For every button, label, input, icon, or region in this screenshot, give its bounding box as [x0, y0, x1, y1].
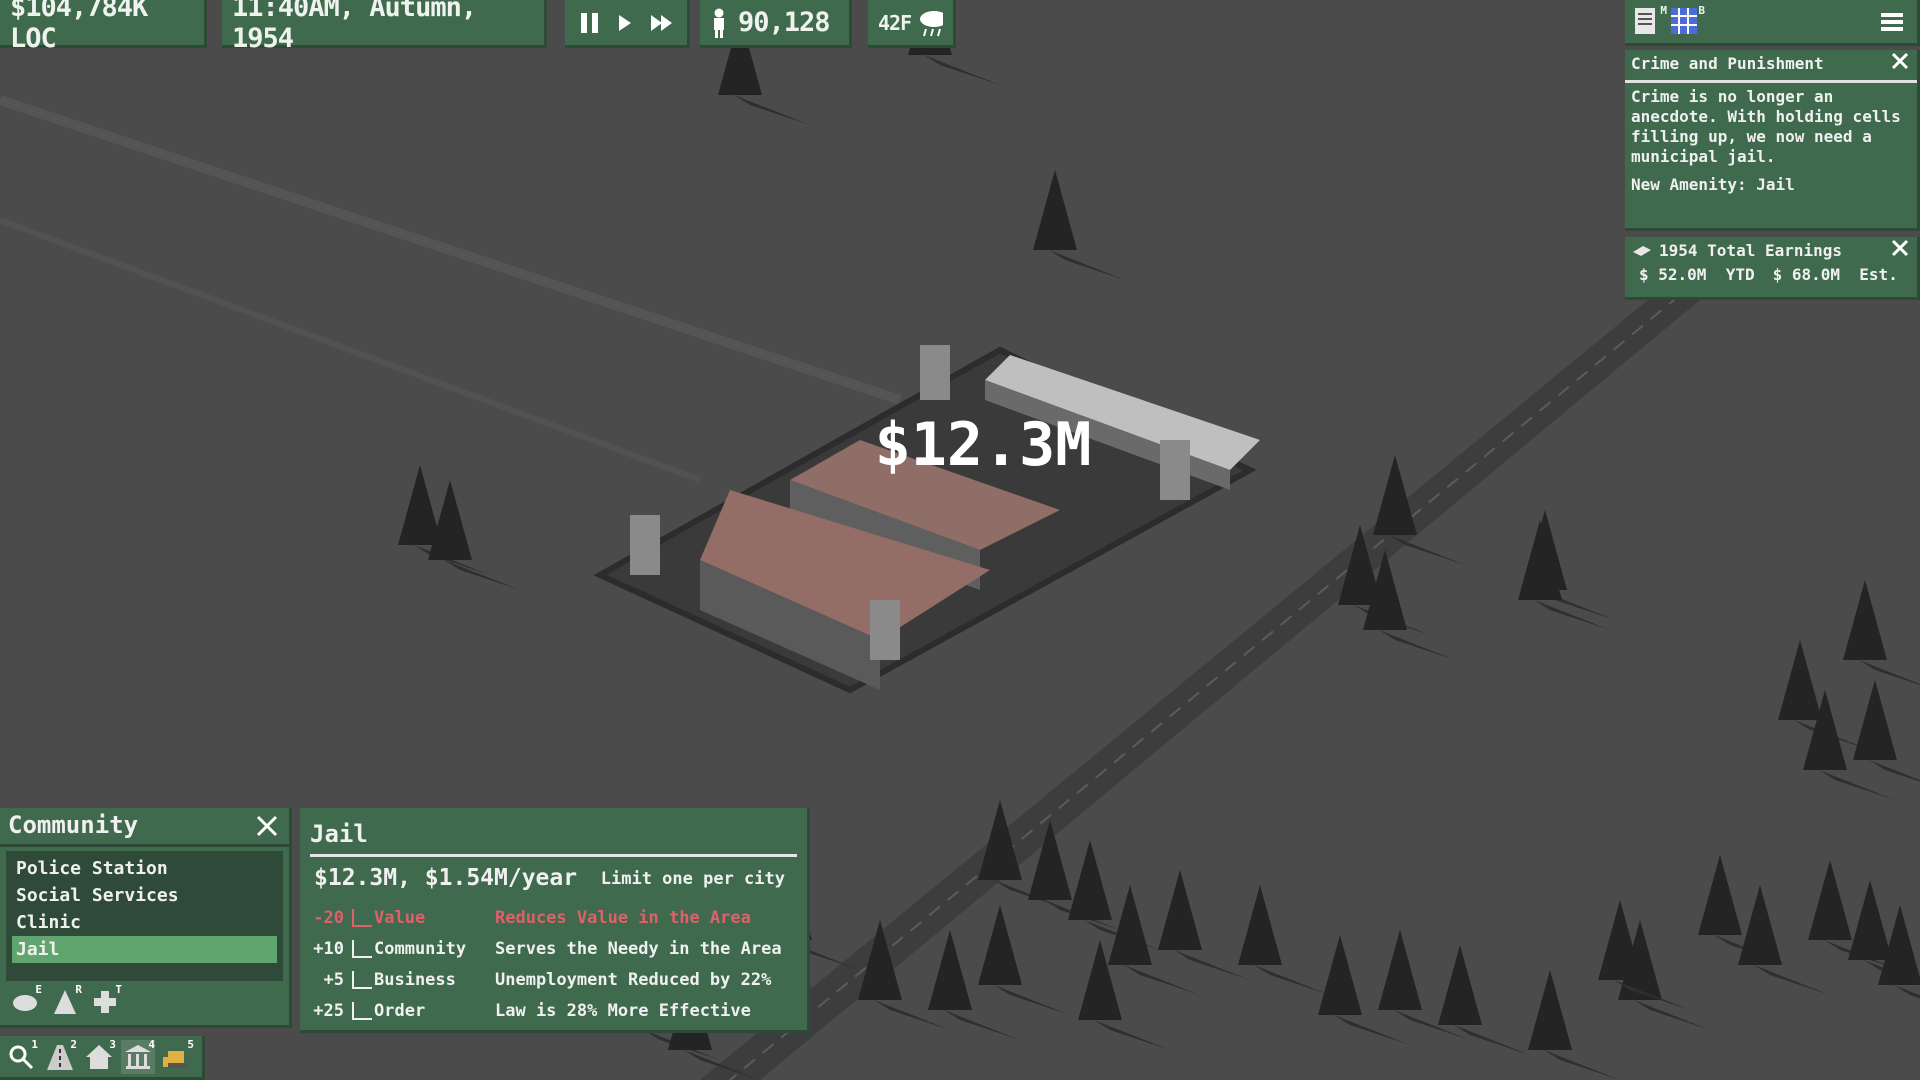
- money-bill-icon: [1633, 246, 1651, 256]
- fast-forward-icon: [651, 14, 672, 31]
- effect-stat: Value: [374, 908, 426, 928]
- grid-toggle-button[interactable]: B: [1669, 4, 1705, 38]
- population-display[interactable]: 90,128: [700, 0, 852, 48]
- bulldoze-hotkey: 5: [187, 1037, 194, 1051]
- tree-tool-icon: [54, 990, 76, 1014]
- road-hotkey: 2: [70, 1037, 77, 1051]
- pause-button[interactable]: [579, 10, 601, 36]
- money-value: $104,784K LOC: [10, 0, 148, 54]
- community-list: Police Station Social Services Clinic Jail: [6, 851, 283, 981]
- value-icon: [352, 909, 372, 927]
- community-tools: E R T: [0, 983, 289, 1019]
- grid-hotkey: B: [1698, 4, 1705, 17]
- person-icon: [714, 8, 724, 38]
- road-tool-button[interactable]: 2: [43, 1037, 77, 1074]
- earnings-title: 1954 Total Earnings: [1659, 241, 1843, 260]
- rain-cloud-icon: [920, 10, 943, 36]
- tool-t-button[interactable]: T: [88, 983, 122, 1019]
- pause-icon: [581, 12, 598, 33]
- crime-notification[interactable]: Crime and Punishment Crime is no longer …: [1625, 50, 1920, 231]
- play-icon: [619, 14, 631, 31]
- notifications-toolbar: M B: [1625, 0, 1920, 46]
- community-menu: Community Police Station Social Services C…: [0, 808, 292, 1028]
- cloud-tool-icon: [13, 995, 37, 1011]
- magnifier-icon: [9, 1045, 34, 1069]
- jail-info-panel: Jail $12.3M, $1.54M/year Limit one per c…: [300, 808, 810, 1033]
- inspect-tool-button[interactable]: 1: [4, 1037, 38, 1074]
- tool-e-hotkey: E: [35, 983, 42, 996]
- effect-value: +5: [323, 970, 344, 990]
- community-item-jail[interactable]: Jail: [12, 936, 277, 963]
- earnings-notification[interactable]: 1954 Total Earnings $ 52.0M YTD $ 68.0M …: [1625, 237, 1920, 300]
- effect-value: -20: [313, 908, 344, 928]
- effect-value: +25: [313, 1001, 344, 1021]
- tool-r-hotkey: R: [75, 983, 82, 996]
- zoning-hotkey: 3: [109, 1037, 116, 1051]
- tool-e-button[interactable]: E: [8, 983, 42, 1019]
- jail-effect-row: +10 Community Serves the Needy in the Area: [308, 934, 798, 964]
- zoning-tool-button[interactable]: 3: [82, 1037, 116, 1074]
- datetime-value: 11:40AM, Autumn, 1954: [232, 0, 477, 54]
- earnings-est: $ 68.0M Est.: [1772, 265, 1898, 284]
- civic-tool-button[interactable]: 4: [121, 1037, 155, 1074]
- close-icon: [256, 815, 278, 837]
- jail-effect-row: +5 Business Unemployment Reduced by 22%: [308, 965, 798, 995]
- guard-tower: [630, 515, 660, 575]
- guard-tower: [1160, 440, 1190, 500]
- bulldoze-tool-button[interactable]: 5: [160, 1037, 194, 1074]
- community-icon: [352, 940, 372, 958]
- temperature-value: 42F: [878, 10, 912, 35]
- community-item-social-services[interactable]: Social Services: [12, 882, 277, 909]
- newspaper-icon: [1635, 8, 1655, 34]
- inspect-hotkey: 1: [31, 1037, 38, 1051]
- hamburger-menu-icon: [1881, 13, 1903, 31]
- jail-limit: Limit one per city: [600, 869, 785, 889]
- effect-stat: Business: [374, 970, 456, 990]
- fast-forward-button[interactable]: [649, 10, 673, 36]
- population-value: 90,128: [738, 7, 831, 38]
- close-community-menu-button[interactable]: [255, 814, 281, 840]
- build-price-label: $12.3M: [875, 410, 1092, 480]
- date-display[interactable]: 11:40AM, Autumn, 1954: [222, 0, 547, 54]
- effect-description: Law is 28% More Effective: [495, 1001, 751, 1021]
- effect-stat: Order: [374, 1001, 426, 1021]
- close-icon: [1891, 239, 1909, 257]
- business-icon: [352, 971, 372, 989]
- order-icon: [352, 1002, 372, 1020]
- newspaper-hotkey: M: [1660, 4, 1667, 17]
- crime-notification-title: Crime and Punishment: [1631, 54, 1824, 73]
- weather-display[interactable]: 42F: [868, 0, 956, 48]
- tool-r-button[interactable]: R: [48, 983, 82, 1019]
- community-menu-title: Community: [8, 811, 139, 839]
- effect-description: Unemployment Reduced by 22%: [495, 970, 772, 990]
- effect-description: Reduces Value in the Area: [495, 908, 751, 928]
- main-menu-button[interactable]: [1881, 10, 1907, 36]
- close-icon: [1891, 52, 1909, 70]
- jail-title: Jail: [310, 820, 368, 848]
- community-item-clinic[interactable]: Clinic: [12, 909, 277, 936]
- effect-stat: Community: [374, 939, 467, 959]
- earnings-ytd: $ 52.0M YTD: [1639, 265, 1755, 284]
- jail-cost: $12.3M, $1.54M/year: [314, 865, 578, 891]
- new-amenity-line: New Amenity: Jail: [1631, 175, 1795, 194]
- play-button[interactable]: [615, 10, 635, 36]
- bottom-toolbar: 1 2 3 4 5: [0, 1036, 205, 1080]
- crime-notification-body: Crime is no longer an anecdote. With hol…: [1631, 87, 1901, 166]
- newspaper-button[interactable]: M: [1633, 4, 1667, 38]
- close-earnings-notification-button[interactable]: [1891, 239, 1911, 259]
- grid-icon: [1671, 8, 1697, 34]
- effect-description: Serves the Needy in the Area: [495, 939, 782, 959]
- civic-hotkey: 4: [148, 1037, 155, 1051]
- jail-effect-row: +25 Order Law is 28% More Effective: [308, 996, 798, 1026]
- guard-tower: [920, 345, 950, 400]
- community-item-police-station[interactable]: Police Station: [12, 855, 277, 882]
- speed-controls: [565, 0, 690, 48]
- guard-tower: [870, 600, 900, 660]
- effect-value: +10: [313, 939, 344, 959]
- money-display[interactable]: $104,784K LOC: [0, 0, 207, 54]
- jail-effect-row: -20 Value Reduces Value in the Area: [308, 903, 798, 933]
- close-crime-notification-button[interactable]: [1891, 52, 1911, 72]
- tool-t-hotkey: T: [115, 983, 122, 996]
